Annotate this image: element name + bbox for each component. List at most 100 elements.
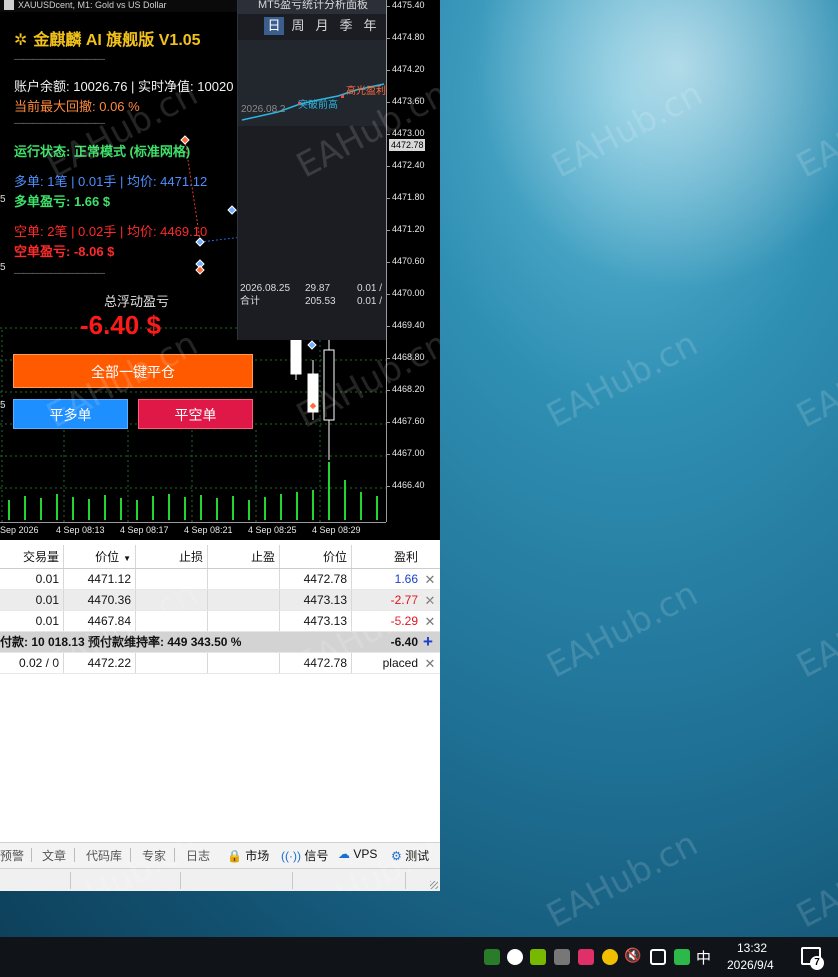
col-price[interactable]: 价位 ▼ (64, 545, 136, 568)
period-tab-quarter[interactable]: 季 (336, 17, 356, 35)
close-position-icon[interactable]: ✕ (422, 590, 438, 610)
tab-alerts[interactable]: 预警 (0, 847, 24, 864)
trade-table: 交易量 价位 ▼ 止损 止盈 价位 盈利 0.01 4471.12 4472.78… (0, 545, 440, 674)
left-axis-mark: 5 (0, 262, 6, 273)
clock-date[interactable]: 2026/9/4 (727, 958, 774, 972)
col-current-price[interactable]: 价位 (280, 545, 352, 568)
tab-journal[interactable]: 日志 (186, 847, 210, 864)
table-row[interactable]: 0.01 4467.84 4473.13 -5.29 ✕ (0, 611, 440, 632)
cell-price: 4471.12 (64, 569, 136, 589)
close-position-icon[interactable]: ✕ (422, 611, 438, 631)
status-divider (405, 872, 406, 889)
cell-sl (136, 653, 208, 673)
price-tick: 4470.00 (386, 288, 425, 298)
cell-current: 4473.13 (280, 590, 352, 610)
wallpaper-glare (440, 0, 838, 330)
table-row[interactable]: 0.01 4470.36 4473.13 -2.77 ✕ (0, 590, 440, 611)
period-tab-week[interactable]: 周 (288, 17, 308, 35)
cell-profit: -5.29 (390, 614, 418, 628)
table-header: 交易量 价位 ▼ 止损 止盈 价位 盈利 (0, 545, 440, 569)
time-axis[interactable]: Sep 2026 4 Sep 08:13 4 Sep 08:17 4 Sep 0… (0, 522, 386, 540)
sort-desc-icon: ▼ (123, 554, 131, 563)
stats-row: 合计 205.53 0.01 / (238, 295, 388, 308)
current-price-label: 4472.78 (389, 139, 425, 151)
time-tick: 4 Sep 08:13 (56, 525, 105, 535)
tab-experts[interactable]: 专家 (142, 847, 166, 864)
chat-tray-icon[interactable] (602, 949, 618, 965)
cell-current: 4473.13 (280, 611, 352, 631)
tab-articles[interactable]: 文章 (42, 847, 66, 864)
add-icon[interactable]: + (420, 633, 436, 650)
wechat-icon[interactable] (674, 949, 690, 965)
watermark: EAHub.cn (790, 823, 838, 937)
price-tick: 4469.40 (386, 320, 425, 330)
short-orders: 空单: 2笔 | 0.02手 | 均价: 4469.10 (14, 224, 208, 239)
cell-sl (136, 611, 208, 631)
cell-volume: 0.02 / 0 (0, 653, 64, 673)
period-tab-day[interactable]: 日 (264, 17, 284, 35)
col-stop-loss[interactable]: 止损 (136, 545, 208, 568)
tab-vps-label: VPS (353, 847, 378, 861)
close-all-button[interactable]: 全部一键平仓 (13, 354, 253, 388)
col-price-label: 价位 (95, 550, 120, 564)
close-position-icon[interactable]: ✕ (422, 569, 438, 589)
divider: —————————— (14, 54, 105, 65)
status-divider (292, 872, 293, 889)
price-tick: 4468.20 (386, 384, 425, 394)
divider: —————————— (14, 118, 105, 129)
user-tray-icon[interactable] (484, 949, 500, 965)
nvidia-icon[interactable] (530, 949, 546, 965)
mini-profit-chart: 2026.08.2 突破前高 高光盈利 (238, 40, 388, 126)
cell-tp (208, 653, 280, 673)
stats-profit: 29.87 (305, 283, 331, 294)
price-axis[interactable]: 4475.40 4474.80 4474.20 4473.60 4473.00 … (386, 0, 440, 522)
volume-muted-icon[interactable]: 🔇 (624, 947, 641, 964)
tab-divider (174, 848, 175, 862)
col-take-profit[interactable]: 止盈 (208, 545, 280, 568)
table-row[interactable]: 0.01 4471.12 4472.78 1.66 ✕ (0, 569, 440, 590)
pending-order-row[interactable]: 0.02 / 0 4472.22 4472.78 placed ✕ (0, 653, 440, 674)
watermark: EAHub.cn (540, 823, 705, 937)
taskbar: 🔇 中 13:32 2026/9/4 7 (0, 937, 838, 977)
max-drawdown: 当前最大回撤: 0.06 % (14, 99, 140, 114)
stats-panel: MT5盈亏统计分析面板 日 周 月 季 年 2026.08.2 突破前高 高光盈… (237, 0, 388, 340)
ime-indicator[interactable]: 中 (696, 947, 711, 968)
pen-icon[interactable] (554, 949, 570, 965)
cell-tp (208, 611, 280, 631)
tab-market-label: 市场 (245, 849, 270, 863)
price-tick: 4467.00 (386, 448, 425, 458)
close-long-button[interactable]: 平多单 (13, 399, 128, 429)
cancel-order-icon[interactable]: ✕ (422, 653, 438, 673)
period-tab-month[interactable]: 月 (312, 17, 332, 35)
price-tick: 4468.80 (386, 352, 425, 362)
tab-signals[interactable]: ((·)) 信号 (281, 847, 328, 864)
cell-profit: 1.66 (394, 572, 418, 586)
col-profit[interactable]: 盈利 (352, 545, 422, 568)
app-tray-icon[interactable] (578, 949, 594, 965)
run-status: 运行状态: 正常模式 (标准网格) (14, 144, 191, 159)
stats-lots: 0.01 / (357, 283, 383, 294)
stats-row: 2026.08.25 29.87 0.01 / (238, 282, 388, 295)
cell-price: 4467.84 (64, 611, 136, 631)
tab-vps[interactable]: ☁ VPS (338, 847, 377, 861)
resize-grip-icon[interactable] (430, 881, 438, 889)
tab-market[interactable]: 🔒 市场 (227, 847, 269, 864)
status-bar (0, 868, 440, 891)
period-tab-year[interactable]: 年 (360, 17, 380, 35)
tab-divider (130, 848, 131, 862)
qq-browser-icon[interactable] (507, 949, 523, 965)
toolbox-tabs: 预警 文章 代码库 专家 日志 🔒 市场 ((·)) 信号 ☁ VPS ⚙ 测试 (0, 842, 440, 868)
close-short-button[interactable]: 平空单 (138, 399, 253, 429)
col-volume[interactable]: 交易量 (0, 545, 64, 568)
tab-tester[interactable]: ⚙ 测试 (391, 847, 429, 864)
left-axis-mark: 5 (0, 194, 6, 205)
status-divider (70, 872, 71, 889)
clock-time[interactable]: 13:32 (737, 941, 767, 955)
signal-icon: ((·)) (281, 849, 301, 863)
time-tick: 4 Sep 08:17 (120, 525, 169, 535)
cell-tp (208, 590, 280, 610)
network-icon[interactable] (650, 949, 666, 965)
price-chart[interactable]: XAUUSDcent, M1: Gold vs US Dollar 5 5 5 … (0, 0, 440, 540)
watermark: EAHub.cn (540, 573, 705, 687)
tab-codebase[interactable]: 代码库 (86, 847, 122, 864)
